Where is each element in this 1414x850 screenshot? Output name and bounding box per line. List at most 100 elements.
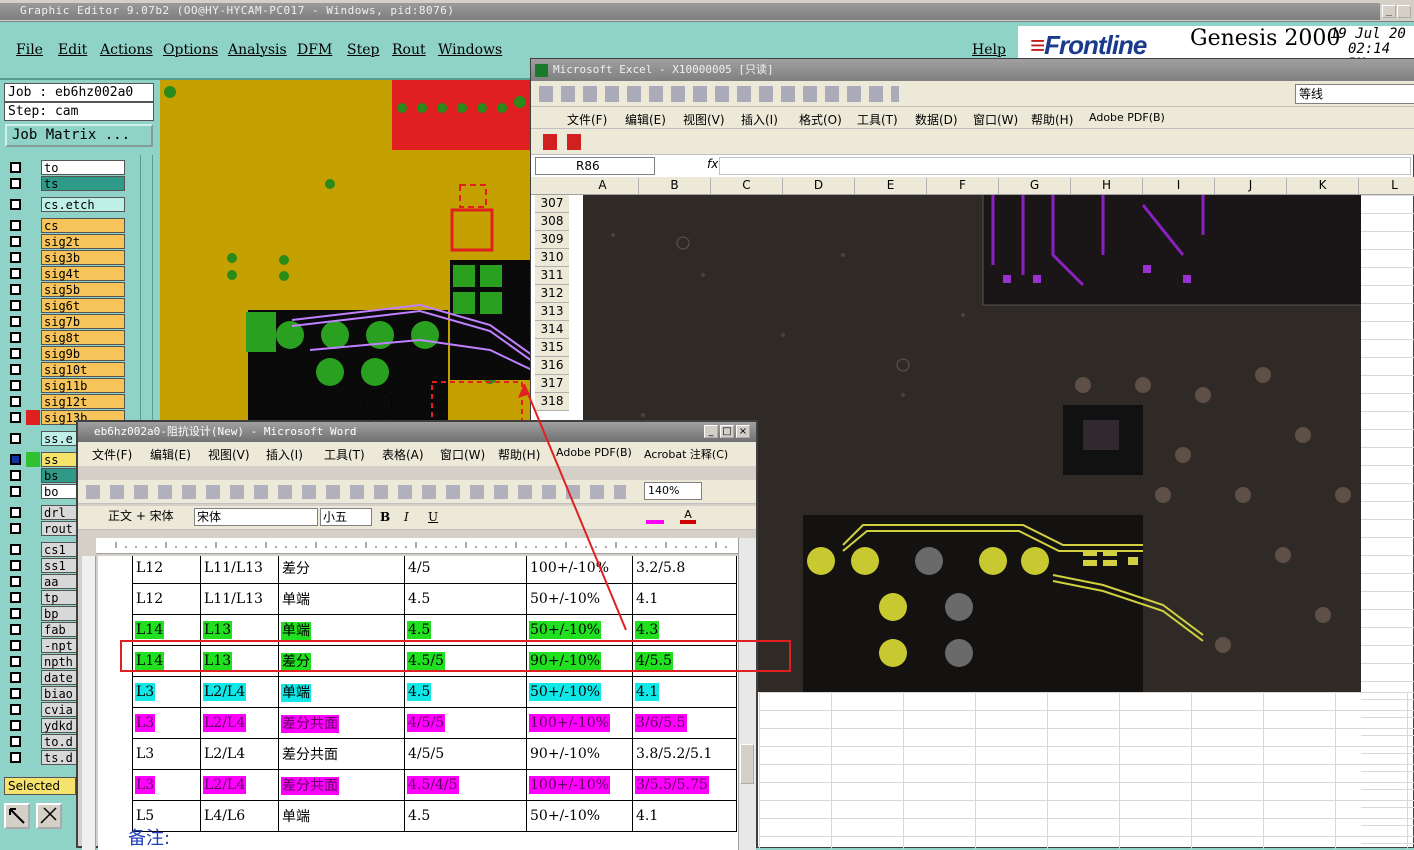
table-cell[interactable]: L2/L4: [200, 676, 279, 708]
layer-checkbox[interactable]: [10, 332, 21, 343]
word-menu-edit[interactable]: 编辑(E): [150, 446, 191, 463]
table-cell[interactable]: 4.5: [404, 583, 527, 615]
genesis-graphic-canvas[interactable]: [160, 80, 532, 422]
layer-label[interactable]: cs.etch: [41, 197, 125, 212]
layer-checkbox[interactable]: [10, 486, 21, 497]
table-cell[interactable]: L3: [132, 738, 201, 770]
column-header-l[interactable]: L: [1359, 178, 1414, 194]
column-header-e[interactable]: E: [855, 178, 927, 194]
table-cell[interactable]: 50+/-10%: [526, 800, 633, 832]
excel-menu-file[interactable]: 文件(F): [567, 111, 607, 128]
table-cell[interactable]: 差分共面: [278, 738, 405, 770]
table-cell[interactable]: 3.2/5.8: [632, 556, 737, 584]
layer-label[interactable]: sig4t: [41, 266, 125, 281]
layer-checkbox[interactable]: [10, 380, 21, 391]
menu-file[interactable]: File: [16, 42, 43, 58]
excel-menu-edit[interactable]: 编辑(E): [625, 111, 666, 128]
table-cell[interactable]: 3/6/5.5: [632, 707, 737, 739]
fx-icon[interactable]: fx: [707, 157, 718, 171]
layer-label[interactable]: to: [41, 160, 125, 175]
layer-label[interactable]: sig3b: [41, 250, 125, 265]
table-cell[interactable]: 差分: [278, 556, 405, 584]
layer-checkbox[interactable]: [10, 284, 21, 295]
layer-checkbox[interactable]: [10, 220, 21, 231]
layer-label[interactable]: sig5b: [41, 282, 125, 297]
layer-checkbox[interactable]: [10, 720, 21, 731]
excel-menu-tools[interactable]: 工具(T): [857, 111, 898, 128]
layer-checkbox[interactable]: [10, 236, 21, 247]
layer-checkbox[interactable]: [10, 268, 21, 279]
layer-row-sig12t[interactable]: sig12t: [8, 394, 126, 409]
table-cell[interactable]: L3: [132, 707, 201, 739]
word-menu-file[interactable]: 文件(F): [92, 446, 132, 463]
layer-checkbox[interactable]: [10, 523, 21, 534]
column-header-f[interactable]: F: [927, 178, 999, 194]
maximize-button[interactable]: [1397, 5, 1411, 18]
layer-checkbox[interactable]: [10, 544, 21, 555]
table-cell[interactable]: 3/5.5/5.75: [632, 769, 737, 801]
layer-checkbox[interactable]: [10, 560, 21, 571]
column-header-c[interactable]: C: [711, 178, 783, 194]
layer-checkbox[interactable]: [10, 364, 21, 375]
layer-label[interactable]: sig2t: [41, 234, 125, 249]
document-page[interactable]: L12 L11/L13 差分 4/5 100+/-10% 3.2/5.8 L12 L11/L1…: [98, 556, 738, 850]
menu-dfm[interactable]: DFM: [297, 42, 332, 58]
word-menu-table[interactable]: 表格(A): [382, 446, 424, 463]
column-header-h[interactable]: H: [1071, 178, 1143, 194]
layer-checkbox[interactable]: [10, 433, 21, 444]
table-cell[interactable]: 单端: [278, 800, 405, 832]
table-cell[interactable]: L12: [132, 556, 201, 584]
layer-checkbox[interactable]: [10, 688, 21, 699]
table-cell[interactable]: L2/L4: [200, 769, 279, 801]
word-menu-help[interactable]: 帮助(H): [498, 446, 540, 463]
layer-row-to[interactable]: to: [8, 160, 126, 175]
table-cell[interactable]: L2/L4: [200, 738, 279, 770]
layer-checkbox[interactable]: [10, 348, 21, 359]
layer-checkbox[interactable]: [10, 252, 21, 263]
word-close-button[interactable]: ×: [736, 425, 750, 438]
word-menu-acrobat[interactable]: Acrobat 注释(C): [644, 446, 728, 462]
size-select[interactable]: 小五: [320, 508, 372, 526]
layer-checkbox[interactable]: [10, 199, 21, 210]
menu-actions[interactable]: Actions: [100, 42, 153, 58]
excel-menu-help[interactable]: 帮助(H): [1031, 111, 1073, 128]
layer-checkbox[interactable]: [10, 592, 21, 603]
layer-row-sig11b[interactable]: sig11b: [8, 378, 126, 393]
row-header[interactable]: 308: [535, 213, 569, 231]
layer-label[interactable]: sig10t: [41, 362, 125, 377]
excel-menu-data[interactable]: 数据(D): [915, 111, 958, 128]
layer-checkbox[interactable]: [10, 470, 21, 481]
excel-menu-adobe[interactable]: Adobe PDF(B): [1089, 111, 1165, 124]
excel-menu-format[interactable]: 格式(O): [799, 111, 842, 128]
excel-menu-window[interactable]: 窗口(W): [973, 111, 1018, 128]
layer-label[interactable]: sig12t: [41, 394, 125, 409]
layer-row-sig5b[interactable]: sig5b: [8, 282, 126, 297]
excel-menu-insert[interactable]: 插入(I): [741, 111, 778, 128]
excel-font-select[interactable]: 等线: [1295, 84, 1414, 104]
bold-button[interactable]: B: [380, 510, 390, 524]
table-cell[interactable]: 差分共面: [278, 769, 405, 801]
row-header[interactable]: 310: [535, 249, 569, 267]
job-matrix-button[interactable]: Job Matrix ...: [5, 124, 153, 147]
layer-checkbox[interactable]: [10, 656, 21, 667]
word-menu-tools[interactable]: 工具(T): [324, 446, 365, 463]
layer-label[interactable]: sig11b: [41, 378, 125, 393]
column-header-a[interactable]: A: [567, 178, 639, 194]
word-minimize-button[interactable]: _: [704, 425, 718, 438]
word-menu-adobe[interactable]: Adobe PDF(B): [556, 446, 632, 459]
layer-row-csetch[interactable]: cs.etch: [8, 197, 126, 212]
column-header-i[interactable]: I: [1143, 178, 1215, 194]
table-cell[interactable]: 4.1: [632, 800, 737, 832]
table-cell[interactable]: L12: [132, 583, 201, 615]
layer-row-ts[interactable]: ts: [8, 176, 126, 191]
zoom-select[interactable]: 140%: [644, 482, 702, 500]
measure-tool-icon[interactable]: [36, 803, 62, 829]
row-header[interactable]: 313: [535, 303, 569, 321]
word-maximize-button[interactable]: □: [720, 425, 734, 438]
table-cell[interactable]: 4/5: [404, 556, 527, 584]
row-header[interactable]: 312: [535, 285, 569, 303]
row-header[interactable]: 309: [535, 231, 569, 249]
row-header[interactable]: 307: [535, 195, 569, 213]
font-select[interactable]: 宋体: [194, 508, 318, 526]
row-header[interactable]: 317: [535, 375, 569, 393]
